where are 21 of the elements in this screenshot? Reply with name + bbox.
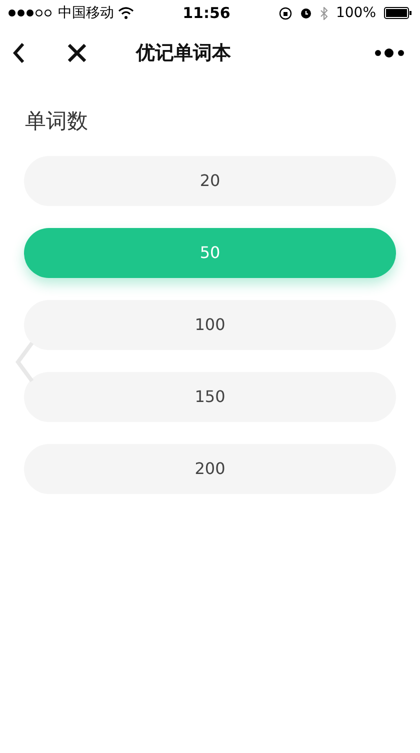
rotation-lock-icon <box>278 6 292 20</box>
option-button[interactable]: 150 <box>24 372 396 422</box>
battery-icon <box>384 7 412 19</box>
section-heading: 单词数 <box>25 108 89 135</box>
signal-icon <box>8 8 54 18</box>
alarm-icon <box>300 7 312 19</box>
more-icon <box>374 48 406 58</box>
more-button[interactable] <box>374 48 406 58</box>
page-title: 优记单词本 <box>136 40 232 66</box>
option-button[interactable]: 200 <box>24 444 396 494</box>
bluetooth-icon <box>320 6 328 20</box>
close-icon <box>66 42 88 64</box>
wifi-icon <box>118 7 134 19</box>
battery-percent: 100% <box>336 4 376 22</box>
back-icon <box>12 42 26 64</box>
option-button[interactable]: 20 <box>24 156 396 206</box>
option-button[interactable]: 100 <box>24 300 396 350</box>
close-button[interactable] <box>66 42 88 64</box>
carrier-name: 中国移动 <box>58 4 114 22</box>
back-button[interactable] <box>12 42 26 64</box>
status-time: 11:56 <box>182 2 230 24</box>
